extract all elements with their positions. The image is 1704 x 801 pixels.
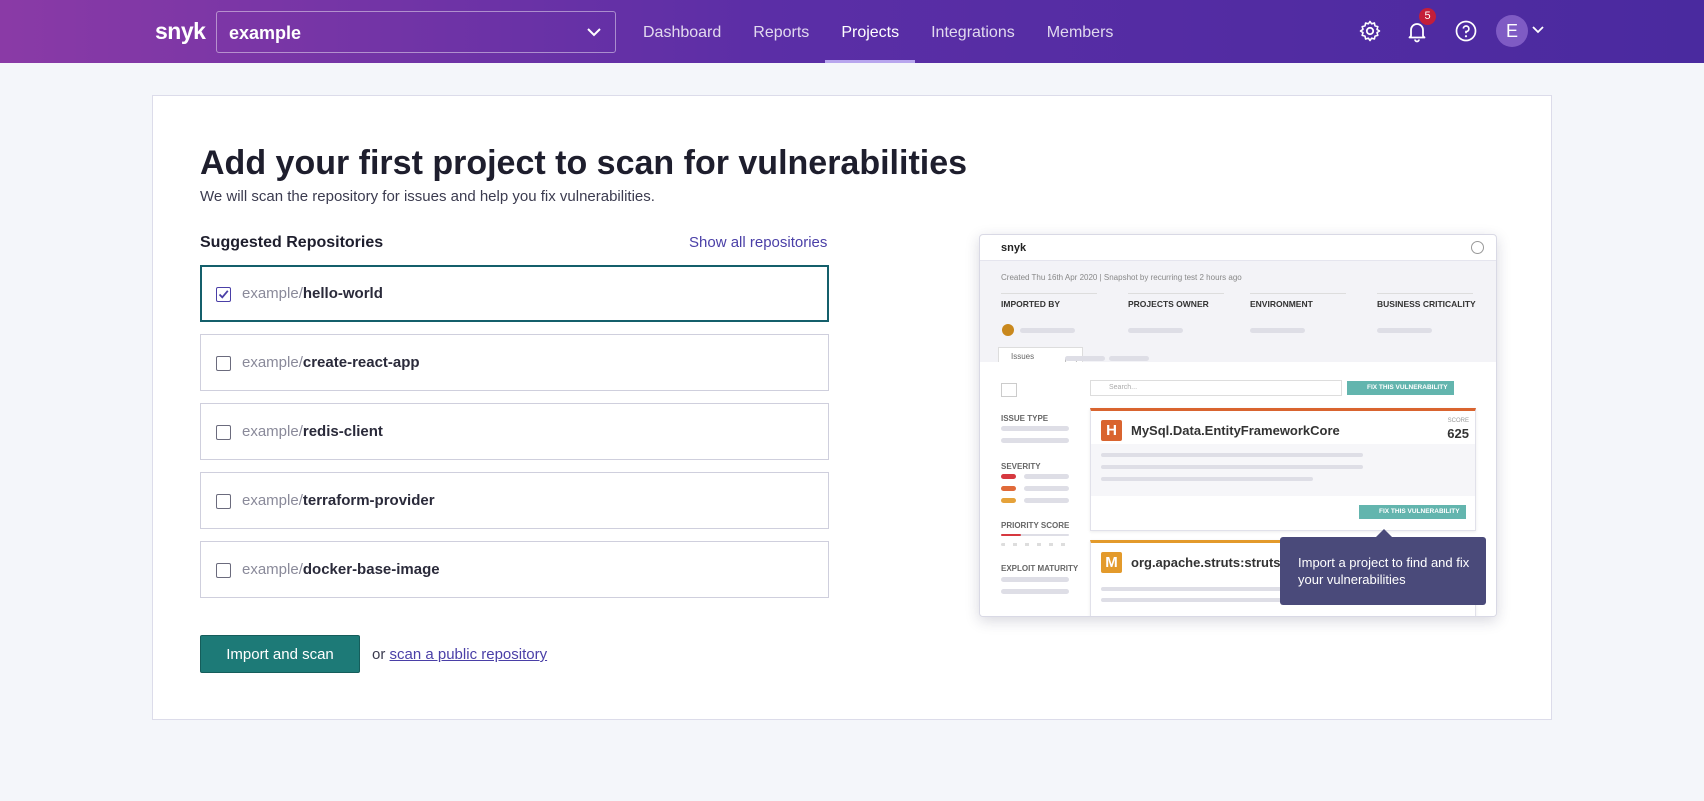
avatar xyxy=(1002,324,1014,336)
import-and-scan-button[interactable]: Import and scan xyxy=(200,635,360,673)
placeholder-bar xyxy=(1001,589,1069,594)
repo-item-redis-client[interactable]: example/redis-client xyxy=(200,403,829,460)
fix-vulnerability-badge: FIX THIS VULNERABILITY xyxy=(1347,381,1454,395)
preview-column: ENVIRONMENT xyxy=(1250,293,1346,309)
user-icon xyxy=(1471,241,1484,254)
placeholder-bar xyxy=(1377,328,1432,333)
placeholder-bar xyxy=(1101,477,1313,481)
severity-badge: M xyxy=(1101,552,1122,573)
repo-item-terraform-provider[interactable]: example/terraform-provider xyxy=(200,472,829,529)
snyk-logo[interactable]: snyk xyxy=(155,18,206,45)
gear-icon[interactable] xyxy=(1358,19,1382,43)
placeholder-bar xyxy=(1109,356,1149,361)
placeholder-bar xyxy=(1101,465,1363,469)
preview-header: snyk xyxy=(980,235,1496,261)
placeholder-bar xyxy=(1001,438,1069,443)
org-selector[interactable]: example xyxy=(216,11,616,53)
preview-column: PROJECTS OWNER xyxy=(1128,293,1224,309)
placeholder-bar xyxy=(1024,486,1069,491)
chevron-down-icon xyxy=(587,28,601,37)
preview-search: Search... xyxy=(1090,380,1342,396)
severity-badge: H xyxy=(1101,420,1122,441)
fix-vulnerability-badge: FIX THIS VULNERABILITY xyxy=(1359,505,1466,519)
page-title: Add your first project to scan for vulne… xyxy=(200,144,968,182)
repo-checkbox[interactable] xyxy=(216,494,231,509)
nav-dashboard[interactable]: Dashboard xyxy=(627,0,737,63)
repo-item-docker-base-image[interactable]: example/docker-base-image xyxy=(200,541,829,598)
nav-integrations[interactable]: Integrations xyxy=(915,0,1031,63)
notification-count-badge: 5 xyxy=(1419,8,1436,25)
preview-created-text: Created Thu 16th Apr 2020 | Snapshot by … xyxy=(1001,273,1242,282)
repo-item-create-react-app[interactable]: example/create-react-app xyxy=(200,334,829,391)
preview-column: BUSINESS CRITICALITY xyxy=(1377,293,1476,309)
show-all-repositories-link[interactable]: Show all repositories xyxy=(689,234,827,251)
score-value: 625 xyxy=(1447,426,1469,441)
repo-name: example/create-react-app xyxy=(242,354,420,371)
page-subtitle: We will scan the repository for issues a… xyxy=(200,188,655,205)
priority-slider-ticks xyxy=(1001,543,1069,546)
preview-meta: Created Thu 16th Apr 2020 | Snapshot by … xyxy=(980,261,1496,365)
main-nav: Dashboard Reports Projects Integrations … xyxy=(627,0,1129,63)
chevron-down-icon[interactable] xyxy=(1531,24,1545,36)
placeholder-bar xyxy=(1001,577,1069,582)
filter-label: EXPLOIT MATURITY xyxy=(1001,564,1079,573)
placeholder-bar xyxy=(1250,328,1305,333)
placeholder-bar xyxy=(1024,474,1069,479)
score-label: SCORE xyxy=(1447,418,1469,424)
repo-checkbox[interactable] xyxy=(216,425,231,440)
alternative-option: or scan a public repository xyxy=(372,646,548,663)
filter-label: ISSUE TYPE xyxy=(1001,414,1049,423)
repo-checkbox[interactable] xyxy=(216,287,231,302)
scan-public-repository-link[interactable]: scan a public repository xyxy=(390,646,548,663)
top-navigation-bar: snyk example Dashboard Reports Projects … xyxy=(0,0,1704,63)
priority-slider-fill xyxy=(1001,534,1021,536)
filter-icon xyxy=(1001,383,1017,397)
preview-logo: snyk xyxy=(1001,242,1027,254)
placeholder-bar xyxy=(1001,426,1069,431)
severity-critical-bar xyxy=(1001,474,1016,479)
preview-column: IMPORTED BY xyxy=(1001,293,1098,309)
severity-medium-bar xyxy=(1001,498,1016,503)
user-avatar[interactable]: E xyxy=(1496,15,1528,47)
placeholder-bar xyxy=(1128,328,1183,333)
repo-item-hello-world[interactable]: example/hello-world xyxy=(200,265,829,322)
placeholder-bar xyxy=(1065,356,1105,361)
issue-detail-area xyxy=(1091,444,1475,496)
repo-name: example/terraform-provider xyxy=(242,492,435,509)
placeholder-bar xyxy=(1020,328,1075,333)
repo-checkbox[interactable] xyxy=(216,563,231,578)
nav-members[interactable]: Members xyxy=(1031,0,1130,63)
severity-high-bar xyxy=(1001,486,1016,491)
filter-label: SEVERITY xyxy=(1001,462,1041,471)
repo-checkbox[interactable] xyxy=(216,356,231,371)
issue-name: MySql.Data.EntityFrameworkCore xyxy=(1131,423,1340,438)
issue-name: org.apache.struts:struts2- xyxy=(1131,555,1293,570)
import-tooltip: Import a project to find and fix your vu… xyxy=(1280,529,1486,605)
repo-name: example/redis-client xyxy=(242,423,383,440)
org-selector-value: example xyxy=(229,23,302,43)
checkmark-icon xyxy=(218,290,229,299)
repo-name: example/docker-base-image xyxy=(242,561,440,578)
nav-reports[interactable]: Reports xyxy=(737,0,825,63)
suggested-repositories-label: Suggested Repositories xyxy=(200,234,384,251)
placeholder-bar xyxy=(1101,453,1363,457)
repo-name: example/hello-world xyxy=(242,285,383,302)
issue-card: H MySql.Data.EntityFrameworkCore SCORE 6… xyxy=(1090,408,1476,531)
help-icon[interactable] xyxy=(1454,19,1478,43)
nav-projects[interactable]: Projects xyxy=(825,0,915,63)
filter-label: PRIORITY SCORE xyxy=(1001,521,1070,530)
placeholder-bar xyxy=(1024,498,1069,503)
onboarding-card: Add your first project to scan for vulne… xyxy=(152,95,1552,720)
